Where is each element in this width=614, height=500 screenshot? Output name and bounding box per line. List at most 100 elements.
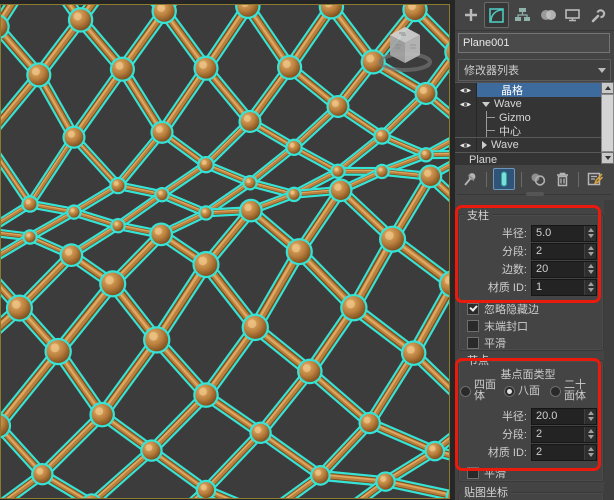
struts-segments-field[interactable]: 2 (531, 242, 597, 260)
lattice-mesh[interactable] (1, 5, 449, 498)
visibility-eye-icon[interactable] (455, 97, 477, 111)
tab-motion[interactable] (536, 3, 559, 27)
trash-icon (556, 172, 568, 187)
joints-segments-field[interactable]: 2 (531, 425, 597, 443)
joints-group-title: 节点 (464, 352, 492, 368)
tab-display[interactable] (561, 3, 584, 27)
field-value: 2 (536, 245, 543, 257)
spinner-icon[interactable] (584, 444, 596, 460)
spinner-icon[interactable] (584, 243, 596, 259)
radio-octa[interactable]: 八面 (504, 385, 550, 397)
checkbox-label: 忽略隐藏边 (484, 303, 539, 316)
stack-toolbar (455, 166, 614, 192)
show-end-result-button[interactable] (493, 168, 515, 190)
struts-sides-field[interactable]: 20 (531, 260, 597, 278)
radio-icon[interactable] (550, 385, 561, 397)
joints-segments-row: 分段: 2 (463, 425, 597, 443)
command-panel-tabs (455, 0, 614, 31)
application-window: 修改器列表 晶格 Wave (0, 0, 614, 500)
joints-material-id-field[interactable]: 2 (531, 443, 597, 461)
field-label: 半径: (501, 411, 527, 423)
utilities-wrench-icon (591, 8, 606, 22)
field-label: 分段: (501, 246, 527, 258)
eye-icon (460, 143, 471, 147)
visibility-eye-icon[interactable] (455, 138, 477, 152)
pin-icon (464, 173, 476, 186)
radio-icosa[interactable]: 二十面体 (550, 380, 588, 402)
panel-scrollbar[interactable] (604, 200, 614, 500)
remove-modifier-button[interactable] (552, 169, 572, 189)
viewport-3d[interactable] (0, 4, 450, 499)
joints-radius-field[interactable]: 20.0 (531, 407, 597, 425)
radio-icon[interactable] (504, 385, 515, 397)
radio-icon[interactable] (460, 385, 471, 397)
stack-item-wave-2[interactable]: Wave (455, 137, 601, 152)
checkbox-icon[interactable] (467, 319, 479, 332)
tab-hierarchy[interactable] (511, 3, 534, 27)
ignore-hidden-edges-checkbox[interactable]: 忽略隐藏边 (467, 302, 539, 316)
field-value: 2 (536, 428, 543, 440)
joints-smooth-checkbox[interactable]: 平滑 (467, 466, 506, 480)
struts-segments-row: 分段: 2 (463, 242, 597, 260)
field-value: 5.0 (536, 227, 552, 239)
command-panel: 修改器列表 晶格 Wave (455, 0, 614, 500)
field-label: 分段: (501, 429, 527, 441)
object-name-input[interactable] (458, 33, 610, 53)
stack-item-wave-1[interactable]: Wave (455, 97, 601, 111)
mapping-group-title: 贴图坐标 (461, 484, 511, 500)
spinner-icon[interactable] (584, 225, 596, 241)
checkbox-label: 末端封口 (484, 320, 528, 333)
joints-radius-row: 半径: 20.0 (463, 407, 597, 425)
spinner-icon[interactable] (584, 426, 596, 442)
tab-create[interactable] (459, 3, 482, 27)
struts-material-id-row: 材质 ID: 1 (463, 278, 597, 296)
test-tube-icon (501, 171, 507, 187)
parameters-rollout: 支柱 半径: 5.0 分段: 2 边数: 20 材质 ID: 1 忽略隐藏边 末… (455, 200, 614, 500)
tree-branch-icon (486, 111, 499, 124)
stack-item-gizmo[interactable]: Gizmo (455, 111, 601, 124)
collapse-triangle-icon[interactable] (482, 141, 487, 149)
pin-stack-button[interactable] (460, 169, 480, 189)
joints-material-id-row: 材质 ID: 2 (463, 443, 597, 461)
expand-triangle-icon[interactable] (482, 101, 490, 107)
hierarchy-icon (515, 8, 530, 21)
create-plus-icon (464, 9, 477, 21)
struts-material-id-field[interactable]: 1 (531, 278, 597, 296)
tab-utilities[interactable] (586, 3, 609, 27)
motion-icon (540, 10, 556, 20)
viewcube[interactable] (375, 13, 435, 77)
spinner-icon[interactable] (584, 279, 596, 295)
spinner-icon[interactable] (584, 408, 596, 424)
stack-item-plane[interactable]: Plane (455, 152, 601, 167)
eye-icon (460, 102, 471, 106)
checkbox-icon[interactable] (467, 466, 479, 479)
checkbox-icon[interactable] (467, 302, 479, 315)
scroll-thumb[interactable] (601, 94, 614, 152)
scroll-up-button[interactable] (601, 82, 614, 94)
struts-radius-row: 半径: 5.0 (463, 224, 597, 242)
toolbar-divider (578, 171, 579, 187)
scroll-down-button[interactable] (601, 152, 614, 164)
chevron-down-icon (598, 68, 606, 73)
tab-modify[interactable] (484, 2, 509, 28)
checkbox-label: 平滑 (484, 337, 506, 350)
stack-item-lattice[interactable]: 晶格 (455, 83, 601, 97)
stack-scrollbar[interactable] (601, 82, 614, 164)
make-unique-button[interactable] (528, 169, 548, 189)
modifier-list-dropdown[interactable]: 修改器列表 (458, 59, 611, 81)
stack-item-center[interactable]: 中心 (455, 124, 601, 138)
field-label: 半径: (501, 228, 527, 240)
visibility-eye-icon[interactable] (455, 83, 477, 97)
configure-modifier-sets-button[interactable] (585, 169, 605, 189)
radio-label: 四面体 (474, 379, 496, 402)
modify-icon (489, 7, 504, 23)
checkbox-icon[interactable] (467, 336, 479, 349)
end-caps-checkbox[interactable]: 末端封口 (467, 319, 528, 333)
eye-column (455, 111, 477, 124)
field-label: 材质 ID: (487, 282, 527, 294)
display-icon (565, 9, 580, 22)
struts-smooth-checkbox[interactable]: 平滑 (467, 336, 506, 350)
radio-tetra[interactable]: 四面体 (460, 380, 504, 402)
struts-radius-field[interactable]: 5.0 (531, 224, 597, 242)
spinner-icon[interactable] (584, 261, 596, 277)
